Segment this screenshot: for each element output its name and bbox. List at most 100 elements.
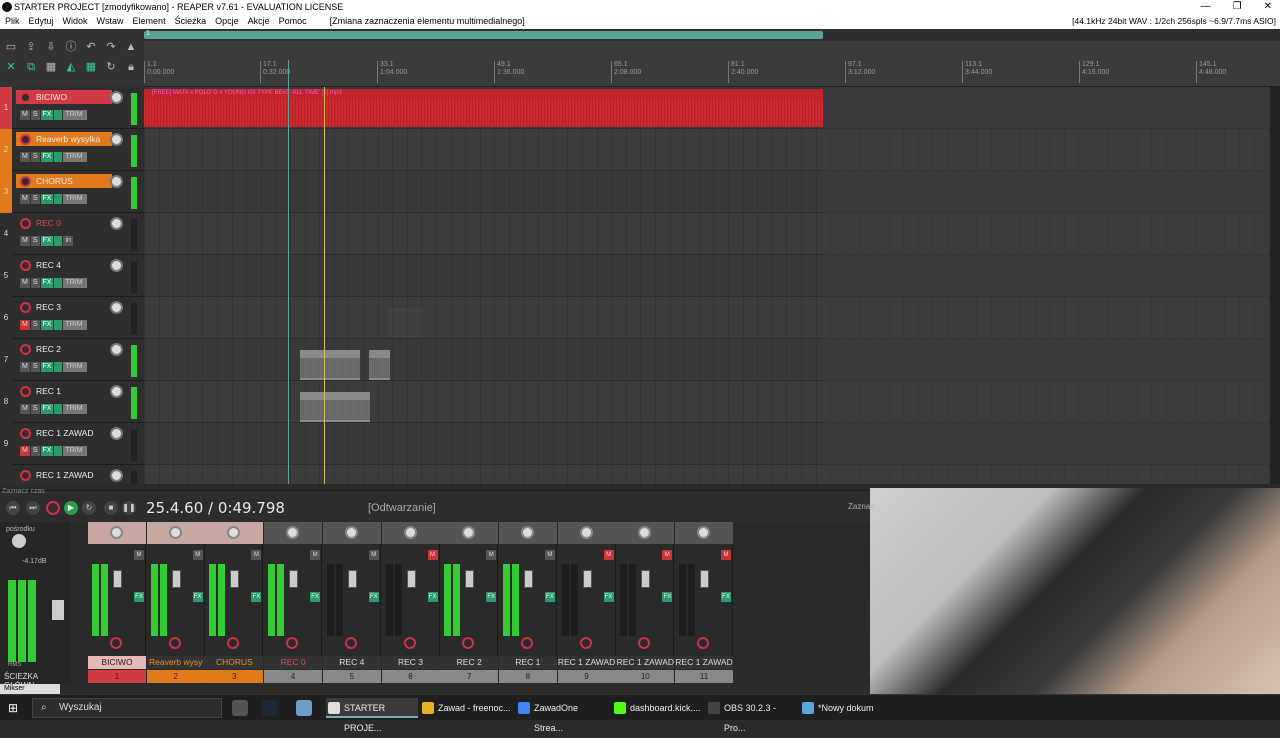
strip-fx-button[interactable]: FX	[427, 592, 438, 602]
solo-button[interactable]: S	[30, 446, 40, 456]
strip-mute-button[interactable]: M	[368, 550, 379, 560]
steam-icon[interactable]	[262, 700, 278, 716]
fx-bypass-button[interactable]	[54, 404, 63, 414]
automation-trim-button[interactable]: TRIM	[63, 320, 88, 330]
strip-mute-button[interactable]: M	[310, 550, 321, 560]
minimize-icon[interactable]: —	[1201, 0, 1211, 14]
volume-fader[interactable]	[406, 570, 416, 588]
automation-trim-button[interactable]: TRIM	[63, 446, 88, 456]
record-arm-button[interactable]	[20, 134, 31, 145]
fx-button[interactable]: FX	[40, 152, 54, 162]
solo-button[interactable]: S	[30, 152, 40, 162]
media-item-rec2-b[interactable]	[369, 350, 390, 380]
project-settings-icon[interactable]: ⓘ	[64, 41, 78, 53]
strip-name[interactable]: REC 2	[440, 656, 499, 669]
pan-knob[interactable]	[579, 526, 593, 539]
taskbar-app[interactable]: STARTER PROJE...	[326, 698, 418, 733]
volume-fader[interactable]	[347, 570, 357, 588]
redo-icon[interactable]: ↷	[104, 41, 118, 53]
menu-actions[interactable]: Akcje	[248, 14, 275, 29]
track-header[interactable]: 4 REC 0 M S FX in	[0, 213, 144, 255]
record-arm-button[interactable]	[20, 302, 31, 313]
track-header[interactable]: 1 BICIWO M S FX TRIM	[0, 87, 144, 129]
menu-edit[interactable]: Edytuj	[29, 14, 59, 29]
fx-button[interactable]: FX	[40, 236, 54, 246]
mute-button[interactable]: M	[20, 404, 30, 414]
media-item-rec1[interactable]	[300, 392, 370, 422]
track-volume-knob[interactable]	[110, 301, 123, 314]
automation-trim-button[interactable]: TRIM	[63, 404, 88, 414]
volume-fader[interactable]	[641, 570, 651, 588]
envelope-icon[interactable]: ◭	[64, 61, 78, 73]
fx-bypass-button[interactable]	[54, 152, 63, 162]
mute-button[interactable]: M	[20, 110, 30, 120]
taskbar-app[interactable]: ZawadOne Strea...	[516, 698, 608, 733]
save-project-icon[interactable]: ⇩	[44, 41, 58, 53]
strip-name[interactable]: REC 3	[381, 656, 440, 669]
track-header[interactable]: 5 REC 4 M S FX TRIM	[0, 255, 144, 297]
volume-fader[interactable]	[700, 570, 709, 588]
strip-fx-button[interactable]: FX	[368, 592, 379, 602]
track-volume-knob[interactable]	[110, 133, 123, 146]
go-to-start-icon[interactable]: ⏮	[6, 501, 20, 515]
solo-button[interactable]: S	[30, 404, 40, 414]
strip-mute-button[interactable]: M	[544, 550, 555, 560]
maximize-icon[interactable]: ❐	[1233, 0, 1242, 14]
taskbar-app[interactable]: dashboard.kick....	[612, 698, 704, 718]
fx-bypass-button[interactable]	[54, 320, 63, 330]
track-volume-knob[interactable]	[110, 385, 123, 398]
metronome-icon[interactable]: ▲	[124, 41, 138, 53]
close-icon[interactable]: ✕	[1264, 0, 1272, 14]
strip-record-arm-button[interactable]	[462, 637, 475, 649]
strip-record-arm-button[interactable]	[697, 637, 709, 649]
strip-fx-button[interactable]: FX	[192, 592, 203, 602]
track-header[interactable]: 6 REC 3 M S FX TRIM	[0, 297, 144, 339]
solo-button[interactable]: S	[30, 194, 40, 204]
stop-button[interactable]: ■	[104, 501, 118, 515]
mute-button[interactable]: M	[20, 152, 30, 162]
master-fader[interactable]	[52, 600, 64, 620]
volume-fader[interactable]	[230, 570, 240, 588]
track-header[interactable]: 3 CHORUS M S FX TRIM	[0, 171, 144, 213]
mute-button[interactable]: M	[20, 236, 30, 246]
track-volume-knob[interactable]	[110, 469, 123, 482]
track-volume-knob[interactable]	[110, 259, 123, 272]
record-button[interactable]	[46, 501, 60, 515]
strip-record-arm-button[interactable]	[110, 637, 122, 649]
windows-start-icon[interactable]: ⊞	[8, 701, 22, 715]
volume-fader[interactable]	[465, 570, 475, 588]
strip-record-arm-button[interactable]	[227, 637, 240, 649]
ripple-edit-icon[interactable]: ⧉	[24, 61, 38, 73]
timeline-ruler[interactable]: 1.1 0:00.000 17.1 0:32.000 33.1 1:04.000 49…	[144, 41, 1280, 87]
automation-trim-button[interactable]: TRIM	[63, 152, 88, 162]
lock-icon[interactable]: 🔒︎	[124, 61, 138, 73]
track-header[interactable]: REC 1 ZAWADMSFXTRIM	[0, 465, 144, 484]
automation-trim-button[interactable]: TRIM	[63, 278, 88, 288]
strip-name[interactable]: REC 4	[322, 656, 381, 669]
strip-name[interactable]: BICIWO	[88, 656, 146, 669]
record-arm-button[interactable]	[20, 344, 31, 355]
menu-track[interactable]: Ścieżka	[175, 14, 212, 29]
new-project-icon[interactable]: ▭	[4, 41, 18, 53]
strip-record-arm-button[interactable]	[344, 637, 357, 649]
mute-button[interactable]: M	[20, 194, 30, 204]
taskbar-app[interactable]: *Nowy dokum	[800, 698, 892, 718]
solo-button[interactable]: S	[30, 278, 40, 288]
solo-button[interactable]: S	[30, 236, 40, 246]
fx-bypass-button[interactable]	[54, 446, 63, 456]
fx-bypass-button[interactable]	[54, 236, 63, 246]
loop-region-bar[interactable]: 1	[144, 30, 823, 39]
loop-icon[interactable]: ↻	[104, 61, 118, 73]
fx-bypass-button[interactable]	[54, 362, 63, 372]
media-item-beat[interactable]: [FREE] MATA x POLO G x YOUNG IGI TYPE BE…	[144, 89, 823, 127]
strip-record-arm-button[interactable]	[168, 637, 181, 649]
fx-bypass-button[interactable]	[54, 278, 63, 288]
solo-button[interactable]: S	[30, 320, 40, 330]
volume-fader[interactable]	[289, 570, 299, 588]
vertical-scrollbar[interactable]	[1270, 87, 1280, 484]
strip-mute-button[interactable]: M	[603, 550, 614, 560]
media-item-rec2-a[interactable]	[300, 350, 360, 380]
go-to-end-icon[interactable]: ⏭	[26, 501, 40, 515]
automation-trim-button[interactable]: TRIM	[63, 110, 88, 120]
strip-fx-button[interactable]: FX	[662, 592, 673, 602]
